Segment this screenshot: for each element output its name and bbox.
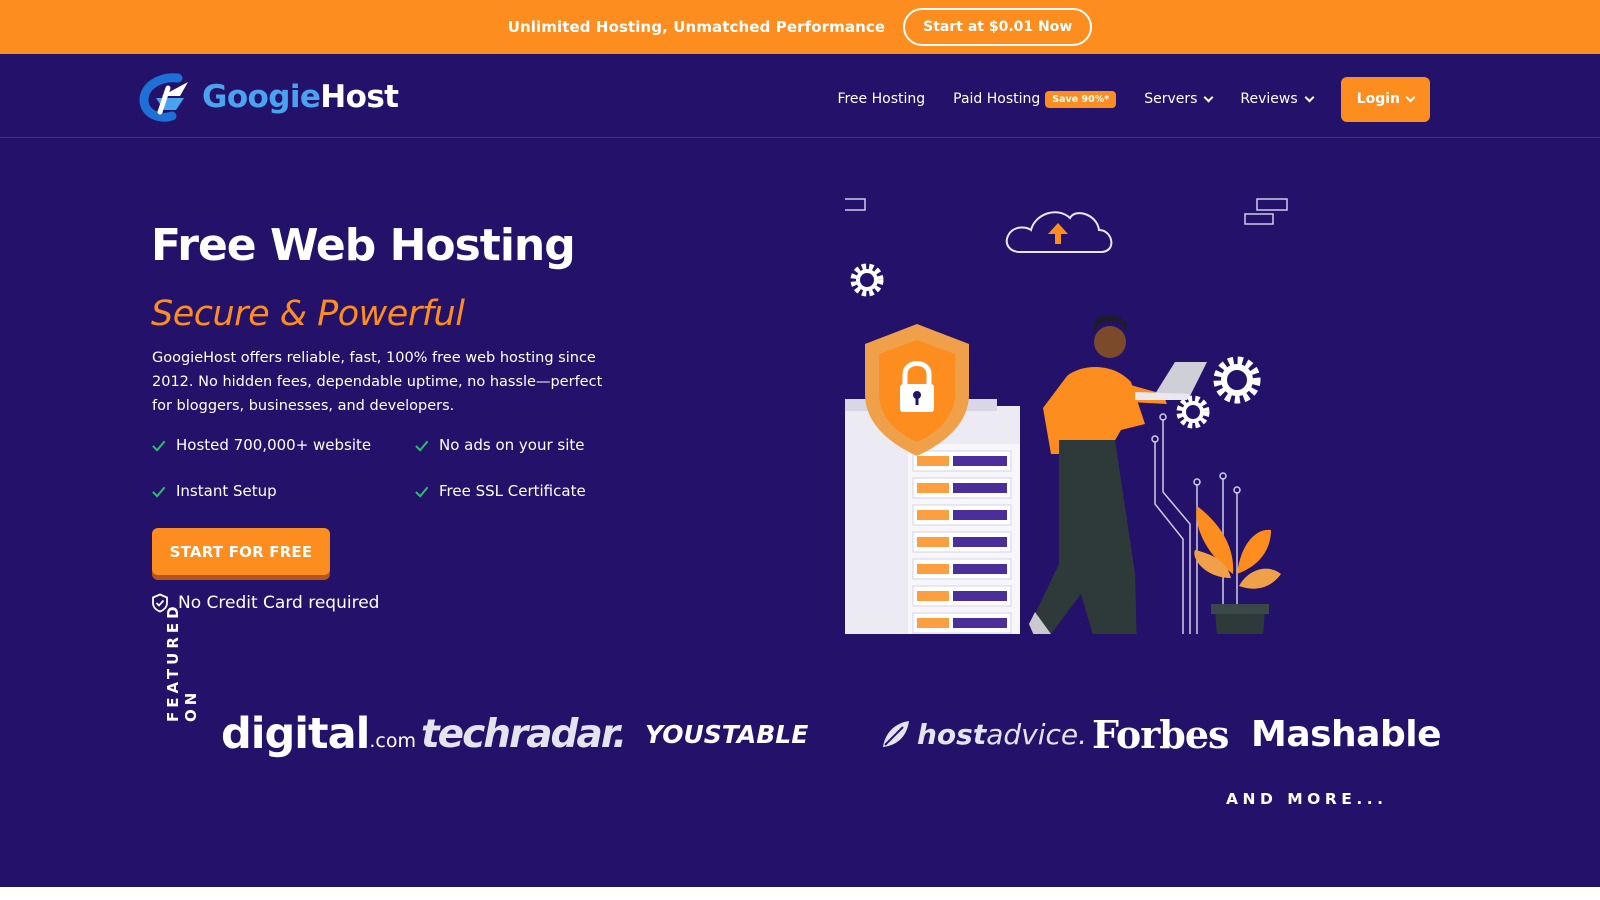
feature-item: Free SSL Certificate bbox=[414, 480, 671, 502]
save-badge: Save 90%* bbox=[1045, 90, 1117, 108]
feature-text: Hosted 700,000+ website bbox=[176, 436, 372, 454]
navbar: GoogieHost Free Hosting Paid Hosting Sav… bbox=[0, 54, 1600, 138]
decor-frame bbox=[1256, 198, 1288, 211]
chevron-down-icon bbox=[1405, 92, 1416, 102]
brand-hostadvice: host advice. bbox=[879, 704, 1087, 764]
chevron-down-icon bbox=[1304, 92, 1315, 102]
brand-hostadvice-rest: advice. bbox=[986, 717, 1088, 751]
circuit-lines bbox=[1151, 413, 1241, 634]
main-nav: Free Hosting Paid Hosting Save 90%* Serv… bbox=[837, 76, 1430, 122]
nav-item-reviews[interactable]: Reviews bbox=[1240, 91, 1315, 107]
brand-youstable: YOUSTABLE bbox=[645, 719, 809, 749]
check-icon bbox=[415, 440, 429, 452]
and-more-text: AND MORE... bbox=[1226, 790, 1388, 808]
featured-on-label: FEATURED ON bbox=[164, 602, 200, 722]
nav-label: Reviews bbox=[1240, 91, 1298, 107]
no-credit-card-text: No Credit Card required bbox=[178, 593, 380, 613]
logo-text-part2: Host bbox=[320, 79, 399, 115]
feature-item: Hosted 700,000+ website bbox=[151, 434, 414, 456]
nav-label: Servers bbox=[1144, 91, 1198, 107]
decor-frame bbox=[845, 198, 866, 211]
site-body: GoogieHost Free Hosting Paid Hosting Sav… bbox=[0, 54, 1600, 887]
feature-item: No ads on your site bbox=[414, 434, 671, 456]
gear-icon bbox=[1176, 395, 1210, 429]
feature-list: Hosted 700,000+ website No ads on your s… bbox=[151, 434, 671, 502]
hostadvice-leaf-icon bbox=[883, 721, 909, 747]
brand-digital-com: digital .com bbox=[221, 704, 416, 764]
check-icon bbox=[152, 486, 166, 498]
hero-title: Free Web Hosting bbox=[151, 220, 576, 271]
promo-button[interactable]: Start at $0.01 Now bbox=[903, 8, 1093, 46]
brand-digital-text: digital bbox=[221, 709, 370, 759]
brand-forbes: Forbes bbox=[1092, 711, 1229, 757]
login-label: Login bbox=[1356, 91, 1400, 107]
feature-text: Instant Setup bbox=[176, 482, 277, 500]
decor-frame bbox=[1244, 213, 1274, 225]
brand-digital-suffix: .com bbox=[369, 730, 416, 752]
logo[interactable]: GoogieHost bbox=[138, 72, 399, 122]
person-with-laptop bbox=[1029, 315, 1207, 634]
feature-text: No ads on your site bbox=[439, 436, 585, 454]
nav-label: Free Hosting bbox=[837, 91, 926, 107]
logo-text: GoogieHost bbox=[202, 79, 399, 115]
logo-icon bbox=[139, 73, 188, 122]
nav-item-servers[interactable]: Servers bbox=[1144, 91, 1214, 107]
gear-icon bbox=[1213, 356, 1261, 404]
brand-techradar: techradar. bbox=[421, 711, 627, 757]
promo-bar: Unlimited Hosting, Unmatched Performance… bbox=[0, 0, 1600, 54]
nav-item-paid-hosting[interactable]: Paid Hosting Save 90%* bbox=[953, 90, 1117, 108]
hero-subtitle: Secure & Powerful bbox=[151, 294, 465, 334]
no-credit-card-note: No Credit Card required bbox=[151, 593, 379, 613]
start-for-free-button[interactable]: START FOR FREE bbox=[152, 528, 330, 575]
chevron-down-icon bbox=[1203, 92, 1214, 102]
nav-label: Paid Hosting bbox=[953, 91, 1041, 107]
hero-description: GoogieHost offers reliable, fast, 100% f… bbox=[152, 350, 603, 414]
cloud-upload-icon bbox=[1005, 211, 1113, 253]
hero-illustration bbox=[845, 198, 1288, 634]
featured-logos: digital .com techradar. YOUSTABLE host adv… bbox=[221, 704, 1442, 764]
feature-item: Instant Setup bbox=[151, 480, 414, 502]
login-button[interactable]: Login bbox=[1340, 76, 1430, 122]
feature-text: Free SSL Certificate bbox=[439, 482, 586, 500]
check-icon bbox=[415, 486, 429, 498]
brand-mashable: Mashable bbox=[1251, 713, 1442, 755]
promo-text: Unlimited Hosting, Unmatched Performance bbox=[507, 18, 886, 36]
check-icon bbox=[152, 440, 166, 452]
nav-item-free-hosting[interactable]: Free Hosting bbox=[837, 91, 925, 107]
gear-icon bbox=[850, 263, 884, 297]
logo-text-part1: Googie bbox=[202, 79, 321, 115]
brand-hostadvice-bold: host bbox=[917, 717, 987, 751]
